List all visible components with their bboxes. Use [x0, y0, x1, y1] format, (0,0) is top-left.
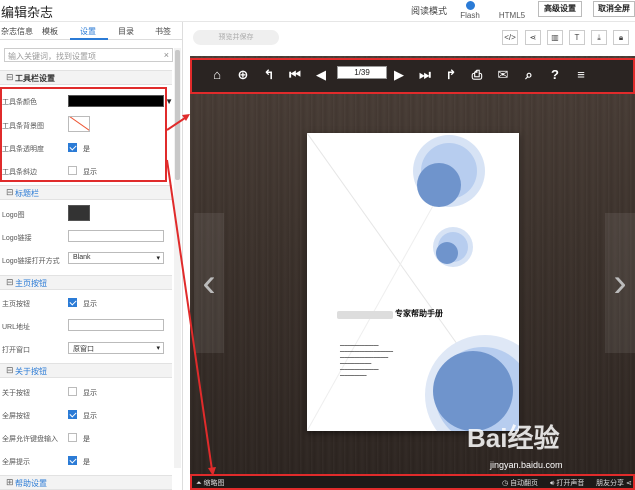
annotation-arrows: [166, 114, 216, 476]
